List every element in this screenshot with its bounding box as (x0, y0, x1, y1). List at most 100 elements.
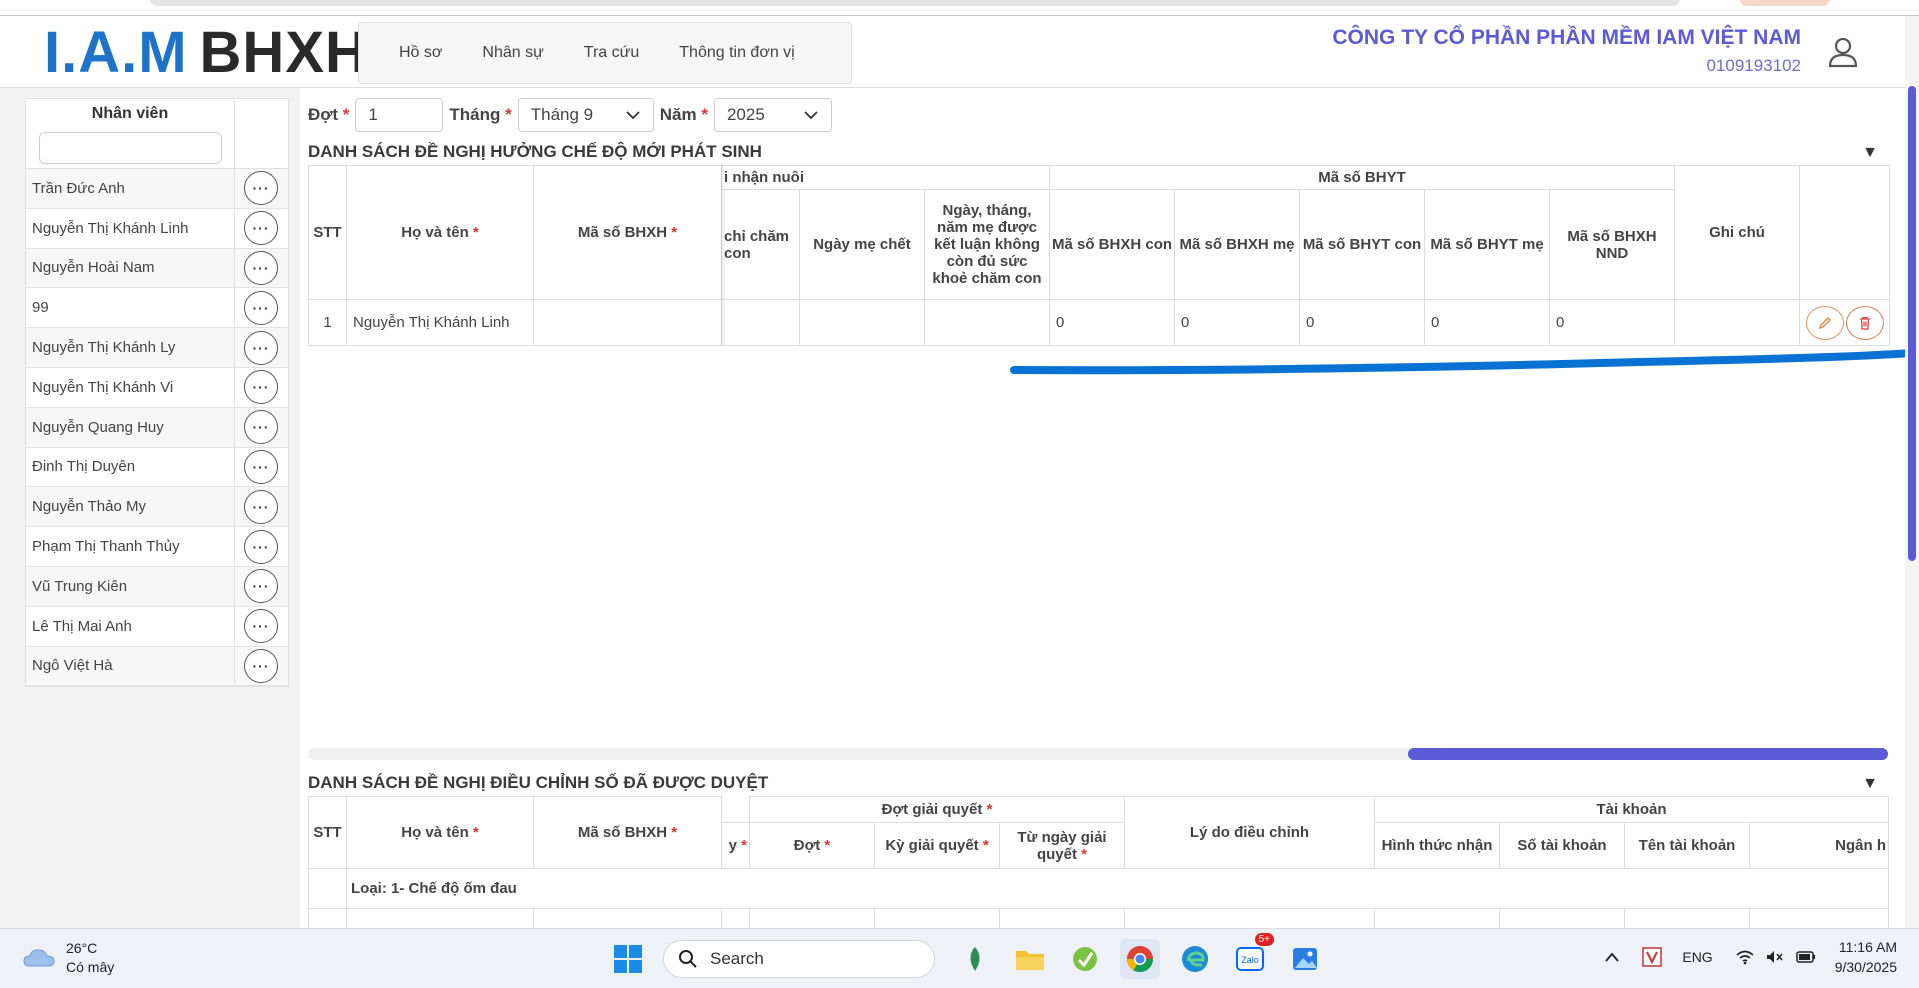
list-item[interactable]: Nguyễn Hoài Nam ··· (26, 248, 288, 289)
tray-app-icon[interactable] (1642, 947, 1663, 967)
list-item[interactable]: Nguyễn Thị Khánh Linh ··· (26, 208, 288, 249)
col-tu-ngay: Từ ngày giải quyết * (999, 822, 1125, 869)
taskbar-app-edge[interactable] (1175, 939, 1215, 979)
language-indicator[interactable]: ENG (1682, 949, 1712, 965)
more-options-button[interactable]: ··· (244, 370, 278, 405)
list-item[interactable]: Nguyễn Thị Khánh Vi ··· (26, 367, 288, 408)
taskbar-app-zalo[interactable]: Zalo 5+ (1230, 933, 1274, 979)
taskbar-app-green[interactable] (1065, 939, 1105, 979)
list-item[interactable]: Nguyễn Thảo My ··· (26, 487, 288, 528)
col-bhxh-me: Mã số BHXH mẹ (1174, 189, 1300, 300)
group-dot-giai-quyet: Đợt giải quyết * (749, 796, 1125, 823)
thang-select-value: Tháng 9 (530, 105, 594, 124)
employee-name[interactable]: 99 (26, 288, 235, 328)
employee-name[interactable]: Nguyễn Thị Khánh Linh (26, 208, 235, 248)
list-item[interactable]: Đinh Thị Duyên ··· (26, 447, 288, 488)
cell-ghi-chu[interactable] (1674, 299, 1800, 346)
cell-ho-ten[interactable]: Nguyễn Thị Khánh Linh (346, 299, 534, 346)
nam-select[interactable]: 2025 (713, 98, 832, 132)
list-item[interactable]: Ngô Việt Hà ··· (26, 646, 288, 687)
cell-bhyt-me[interactable]: 0 (1424, 299, 1550, 346)
delete-button[interactable] (1845, 305, 1884, 340)
horizontal-scrollbar-thumb[interactable] (1408, 748, 1888, 760)
table-row[interactable] (308, 908, 1889, 929)
user-icon[interactable] (1825, 34, 1861, 70)
employee-name[interactable]: Trần Đức Anh (26, 169, 235, 208)
more-options-button[interactable]: ··· (244, 609, 278, 644)
cell-bhxh-nnd[interactable]: 0 (1549, 299, 1675, 346)
more-options-button[interactable]: ··· (244, 290, 278, 325)
cell-stt: 1 (308, 299, 347, 346)
dot-label: Đợt * (308, 105, 350, 124)
cell-bhxh-me[interactable]: 0 (1174, 299, 1300, 346)
employee-name[interactable]: Vũ Trung Kiên (26, 566, 235, 606)
logo-iam: I.A.M (44, 19, 188, 85)
more-options-button[interactable]: ··· (244, 211, 278, 246)
more-options-button[interactable]: ··· (244, 449, 278, 484)
employee-name[interactable]: Nguyễn Quang Huy (26, 407, 235, 447)
chevron-up-icon[interactable] (1604, 951, 1620, 963)
list-item[interactable]: 99 ··· (26, 288, 288, 329)
more-options-button[interactable]: ··· (244, 410, 278, 445)
thang-select[interactable]: Tháng 9 (517, 98, 654, 132)
employee-name[interactable]: Ngô Việt Hà (26, 646, 235, 686)
list-item[interactable]: Phạm Thị Thanh Thủy ··· (26, 527, 288, 567)
edit-button[interactable] (1805, 305, 1844, 340)
section1-collapse-icon[interactable]: ▼ (1862, 144, 1878, 162)
cell-bhxh-con[interactable]: 0 (1049, 299, 1175, 346)
more-options-button[interactable]: ··· (244, 330, 278, 365)
section2-collapse-icon[interactable]: ▼ (1862, 775, 1878, 793)
nav-nhan-su[interactable]: Nhân sự (462, 44, 563, 62)
logo[interactable]: I.A.M BHXH (44, 20, 368, 85)
employee-name[interactable]: Đinh Thị Duyên (26, 447, 235, 487)
list-item[interactable]: Nguyễn Thị Khánh Ly ··· (26, 328, 288, 368)
employee-name[interactable]: Nguyễn Thị Khánh Vi (26, 367, 235, 407)
col-hinh-thuc-nhan: Hình thức nhận (1374, 822, 1500, 869)
more-options-button[interactable]: ··· (244, 171, 278, 206)
wifi-icon[interactable] (1735, 949, 1755, 965)
taskbar-apps: Search Zalo 5+ (608, 933, 1340, 979)
cell-chi-cham-con[interactable] (721, 299, 800, 346)
table-row[interactable]: 1 Nguyễn Thị Khánh Linh 0 0 0 0 0 (308, 299, 1890, 346)
list-item[interactable]: Trần Đức Anh ··· (26, 169, 288, 209)
weather-widget[interactable]: 26°C Có mây (22, 939, 114, 977)
frozen-column-shadow (721, 165, 727, 345)
employee-name[interactable]: Nguyễn Hoài Nam (26, 248, 235, 288)
nav-tra-cuu[interactable]: Tra cứu (564, 44, 659, 62)
browser-button-edge[interactable] (1740, 0, 1830, 6)
vertical-scrollbar-thumb[interactable] (1908, 86, 1916, 561)
horizontal-scrollbar[interactable] (308, 748, 1888, 760)
employee-search-input[interactable] (39, 132, 222, 164)
employee-name[interactable]: Nguyễn Thị Khánh Ly (26, 328, 235, 367)
taskbar-app-explorer[interactable] (1010, 939, 1050, 979)
vertical-scrollbar[interactable] (1905, 16, 1919, 928)
more-options-button[interactable]: ··· (244, 489, 278, 524)
list-item[interactable]: Nguyễn Quang Huy ··· (26, 407, 288, 448)
cell-ngay-me-chet[interactable] (799, 299, 925, 346)
more-options-button[interactable]: ··· (244, 529, 278, 564)
more-options-button[interactable]: ··· (244, 648, 278, 683)
windows-start-button[interactable] (608, 939, 648, 979)
clock[interactable]: 11:16 AM 9/30/2025 (1835, 937, 1897, 977)
list-item[interactable]: Vũ Trung Kiên ··· (26, 566, 288, 607)
cell-bhyt-con[interactable]: 0 (1299, 299, 1425, 346)
taskbar-search[interactable]: Search (663, 940, 935, 978)
taskbar-app-photos[interactable] (1285, 939, 1325, 979)
dot-input[interactable]: 1 (355, 98, 444, 132)
nav-thong-tin-don-vi[interactable]: Thông tin đơn vị (659, 44, 814, 62)
taskbar-app-leaf[interactable] (955, 939, 995, 979)
battery-icon[interactable] (1795, 949, 1817, 965)
chrome-icon (1126, 946, 1154, 973)
more-options-button[interactable]: ··· (244, 250, 278, 285)
nav-ho-so[interactable]: Hồ sơ (359, 44, 462, 62)
employee-name[interactable]: Nguyễn Thảo My (26, 487, 235, 527)
address-bar-edge[interactable] (150, 0, 1680, 6)
employee-name[interactable]: Phạm Thị Thanh Thủy (26, 527, 235, 566)
taskbar-app-chrome[interactable] (1120, 939, 1160, 979)
list-item[interactable]: Lê Thị Mai Anh ··· (26, 606, 288, 647)
more-options-button[interactable]: ··· (244, 569, 278, 604)
cell-ngay-ket-luan[interactable] (924, 299, 1050, 346)
speaker-muted-icon[interactable] (1765, 949, 1785, 965)
employee-name[interactable]: Lê Thị Mai Anh (26, 606, 235, 646)
cell-ma-so-bhxh[interactable] (533, 299, 722, 346)
